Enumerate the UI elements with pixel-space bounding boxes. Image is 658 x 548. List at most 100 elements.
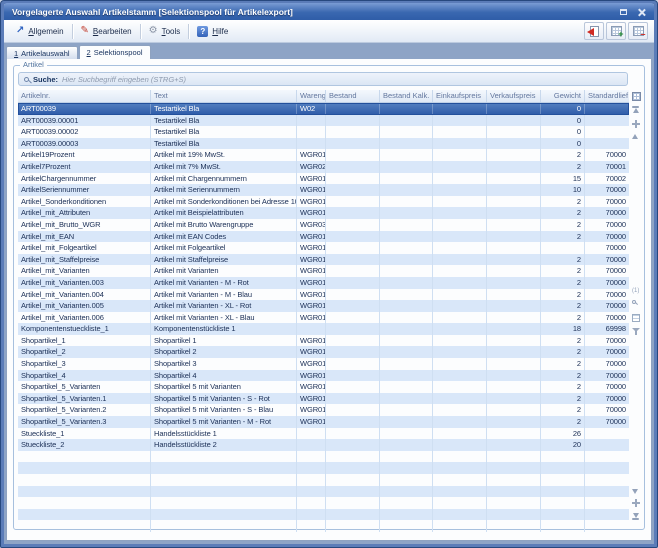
table-row[interactable]: Shopartikel_5_Varianten.3 Shopartikel 5 … bbox=[18, 416, 629, 428]
cell-standardlieferant: 70002 bbox=[585, 173, 629, 185]
cell-gewicht: 2 bbox=[541, 381, 585, 393]
table-row[interactable]: ArtikelSeriennummer Artikel mit Seriennu… bbox=[18, 184, 629, 196]
table-row[interactable]: Artikel_mit_Brutto_WGR Artikel mit Brutt… bbox=[18, 219, 629, 231]
empty-table-row[interactable] bbox=[18, 474, 629, 486]
table-row[interactable]: Shopartikel_5_Varianten.1 Shopartikel 5 … bbox=[18, 393, 629, 405]
column-header[interactable]: Text bbox=[151, 90, 297, 102]
tab-artikelauswahl[interactable]: 1 Artikelauswahl bbox=[6, 46, 78, 59]
scroll-up-button[interactable] bbox=[632, 134, 638, 139]
auto-scroll-bottom-button[interactable] bbox=[632, 499, 640, 507]
scroll-top-icon bbox=[633, 108, 639, 113]
cell-gewicht: 20 bbox=[541, 439, 585, 451]
scroll-bottom-button[interactable] bbox=[632, 513, 639, 520]
cell-text: Artikel mit Folgeartikel bbox=[151, 242, 297, 254]
grid-search-button[interactable] bbox=[632, 300, 636, 304]
grid-export-button[interactable] bbox=[632, 314, 640, 322]
cell-bestand bbox=[326, 416, 380, 428]
column-header[interactable]: Standardlief bbox=[585, 90, 629, 102]
grid-filter-button[interactable] bbox=[632, 328, 640, 332]
menu-item-allgemein[interactable]: ↗ Allgemein bbox=[10, 24, 70, 38]
table-row[interactable]: Stueckliste_1 Handelsstückliste 1 26 bbox=[18, 428, 629, 440]
cell-verkaufspreis bbox=[487, 462, 541, 474]
cell-artikelnr: ART00039 bbox=[18, 103, 151, 115]
table-row[interactable]: Artikel_mit_EAN Artikel mit EAN Codes WG… bbox=[18, 231, 629, 243]
cell-warengruppe: WGR01 bbox=[297, 173, 326, 185]
empty-table-row[interactable] bbox=[18, 486, 629, 498]
cell-warengruppe: WGR01 bbox=[297, 277, 326, 289]
scroll-top-button[interactable] bbox=[632, 106, 639, 113]
table-row[interactable]: Shopartikel_4 Shopartikel 4 WGR01 2 7000… bbox=[18, 370, 629, 382]
column-header[interactable]: Bestand bbox=[326, 90, 380, 102]
cell-warengruppe: WGR01 bbox=[297, 393, 326, 405]
cell-gewicht: 2 bbox=[541, 312, 585, 324]
table-row[interactable]: Artikel_mit_Varianten.004 Artikel mit Va… bbox=[18, 289, 629, 301]
empty-table-row[interactable] bbox=[18, 451, 629, 463]
auto-scroll-button[interactable] bbox=[632, 120, 640, 128]
column-header[interactable]: Wareng bbox=[297, 90, 326, 102]
empty-table-row[interactable] bbox=[18, 509, 629, 521]
empty-table-row[interactable] bbox=[18, 520, 629, 532]
exit-with-apply-button[interactable] bbox=[584, 22, 604, 40]
column-header[interactable]: Einkaufspreis bbox=[433, 90, 487, 102]
table-row[interactable]: Artikel_mit_Attributen Artikel mit Beisp… bbox=[18, 207, 629, 219]
column-header[interactable]: Gewicht bbox=[541, 90, 585, 102]
tab-selektionspool[interactable]: 2 Selektionspool bbox=[79, 45, 151, 59]
table-row[interactable]: Artikel_mit_Varianten.005 Artikel mit Va… bbox=[18, 300, 629, 312]
table-row[interactable]: Artikel7Prozent Artikel mit 7% MwSt. WGR… bbox=[18, 161, 629, 173]
menu-separator bbox=[188, 24, 189, 39]
cell-artikelnr: ART00039.00001 bbox=[18, 115, 151, 127]
maximize-button[interactable] bbox=[616, 5, 631, 18]
table-row[interactable]: ART00039.00002 Testartikel Bla 0 bbox=[18, 126, 629, 138]
menu-label: Hilfe bbox=[212, 27, 228, 36]
table-row[interactable]: Shopartikel_2 Shopartikel 2 WGR01 2 7000… bbox=[18, 346, 629, 358]
table-row[interactable]: ART00039.00001 Testartikel Bla 0 bbox=[18, 115, 629, 127]
table-row[interactable]: Komponentenstueckliste_1 Komponentenstüc… bbox=[18, 323, 629, 335]
column-header[interactable]: Verkaufspreis bbox=[487, 90, 541, 102]
table-row[interactable]: Artikel_mit_Varianten.003 Artikel mit Va… bbox=[18, 277, 629, 289]
column-chooser-button[interactable] bbox=[632, 92, 641, 101]
cell-standardlieferant: 70000 bbox=[585, 393, 629, 405]
table-row[interactable]: Stueckliste_2 Handelsstückliste 2 20 bbox=[18, 439, 629, 451]
cell-bestand bbox=[326, 231, 380, 243]
grid-main: Artikelnr.TextWarengBestandBestand Kalk.… bbox=[18, 90, 629, 524]
search-input[interactable]: Suche: Hier Suchbegriff eingeben (STRG+S… bbox=[18, 72, 628, 86]
scroll-down-button[interactable] bbox=[632, 489, 638, 494]
cell-artikelnr: Artikel_mit_Varianten.004 bbox=[18, 289, 151, 301]
menu-item-bearbeiten[interactable]: ✎ Bearbeiten bbox=[75, 24, 138, 38]
table-row[interactable]: Artikel_Sonderkonditionen Artikel mit So… bbox=[18, 196, 629, 208]
cell-bestand bbox=[326, 474, 380, 486]
menu-item-tools[interactable]: ⚙ Tools bbox=[143, 24, 187, 38]
empty-table-row[interactable] bbox=[18, 462, 629, 474]
grid-remove-button[interactable] bbox=[628, 22, 648, 40]
grid-add-button[interactable] bbox=[606, 22, 626, 40]
tab-label: Selektionspool bbox=[94, 48, 143, 57]
cell-text: Artikel mit Varianten bbox=[151, 265, 297, 277]
cell-standardlieferant: 70000 bbox=[585, 346, 629, 358]
cell-verkaufspreis bbox=[487, 231, 541, 243]
table-row[interactable]: Artikel_mit_Varianten Artikel mit Varian… bbox=[18, 265, 629, 277]
cell-verkaufspreis bbox=[487, 358, 541, 370]
cell-bestand-kalk bbox=[380, 149, 433, 161]
column-header[interactable]: Bestand Kalk. bbox=[380, 90, 433, 102]
table-row[interactable]: Shopartikel_5_Varianten.2 Shopartikel 5 … bbox=[18, 404, 629, 416]
table-row[interactable]: Shopartikel_5_Varianten Shopartikel 5 mi… bbox=[18, 381, 629, 393]
table-row[interactable]: Shopartikel_3 Shopartikel 3 WGR01 2 7000… bbox=[18, 358, 629, 370]
table-row[interactable]: ArtikelChargennummer Artikel mit Chargen… bbox=[18, 173, 629, 185]
row-count-button[interactable]: (1) bbox=[632, 288, 639, 295]
table-row[interactable]: Artikel_mit_Folgeartikel Artikel mit Fol… bbox=[18, 242, 629, 254]
table-row[interactable]: ART00039 Testartikel Bla W02 0 bbox=[18, 103, 629, 115]
table-row[interactable]: Artikel19Prozent Artikel mit 19% MwSt. W… bbox=[18, 149, 629, 161]
cell-bestand-kalk bbox=[380, 207, 433, 219]
table-row[interactable]: Artikel_mit_Varianten.006 Artikel mit Va… bbox=[18, 312, 629, 324]
column-header[interactable]: Artikelnr. bbox=[18, 90, 151, 102]
cell-gewicht: 2 bbox=[541, 300, 585, 312]
table-row[interactable]: Shopartikel_1 Shopartikel 1 WGR01 2 7000… bbox=[18, 335, 629, 347]
menu-item-hilfe[interactable]: ? Hilfe bbox=[191, 24, 234, 39]
cell-bestand-kalk bbox=[380, 370, 433, 382]
cell-artikelnr bbox=[18, 520, 151, 532]
table-row[interactable]: Artikel_mit_Staffelpreise Artikel mit St… bbox=[18, 254, 629, 266]
close-button[interactable] bbox=[634, 5, 649, 18]
empty-table-row[interactable] bbox=[18, 497, 629, 509]
cell-bestand-kalk bbox=[380, 173, 433, 185]
table-row[interactable]: ART00039.00003 Testartikel Bla 0 bbox=[18, 138, 629, 150]
